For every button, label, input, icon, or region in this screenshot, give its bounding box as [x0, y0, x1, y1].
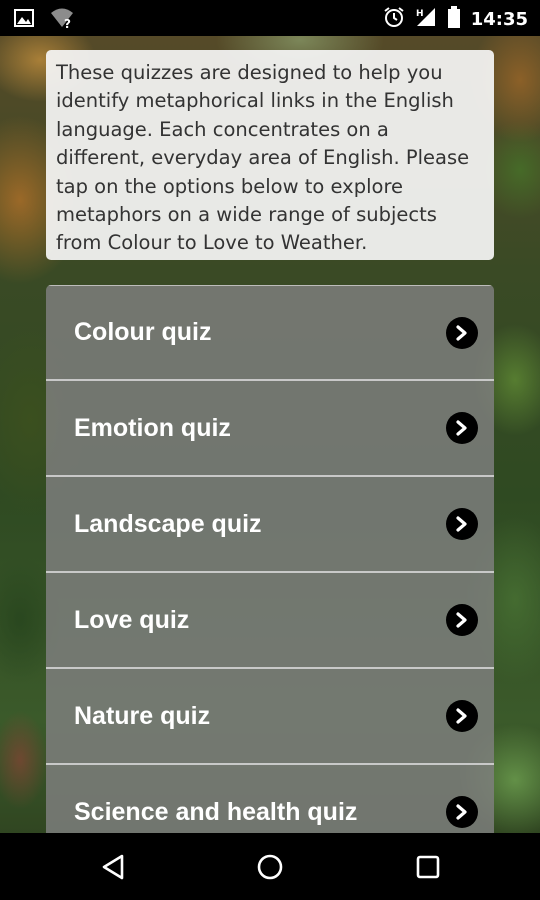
battery-icon	[447, 6, 461, 32]
svg-text:?: ?	[64, 17, 71, 29]
chevron-right-icon	[446, 604, 478, 636]
chevron-right-icon	[446, 316, 478, 349]
quiz-item-emotion[interactable]: Emotion quiz	[46, 381, 494, 477]
chevron-right-icon	[446, 700, 478, 732]
signal-icon: H	[415, 6, 437, 32]
quiz-label: Love quiz	[74, 605, 190, 634]
quiz-list: Colour quiz Emotion quiz Landscape quiz …	[46, 285, 494, 861]
quiz-item-landscape[interactable]: Landscape quiz	[46, 477, 494, 573]
recents-button[interactable]	[412, 851, 444, 883]
status-time: 14:35	[470, 8, 528, 30]
back-button[interactable]	[97, 851, 129, 883]
quiz-label: Emotion quiz	[74, 413, 231, 442]
quiz-item-nature[interactable]: Nature quiz	[46, 669, 494, 765]
intro-card: These quizzes are designed to help you i…	[46, 50, 494, 260]
home-icon	[257, 854, 283, 880]
alarm-icon	[383, 6, 405, 32]
home-button[interactable]	[254, 851, 286, 883]
quiz-label: Nature quiz	[74, 701, 211, 730]
intro-text: These quizzes are designed to help you i…	[56, 61, 470, 255]
wifi-unknown-icon: ?	[50, 7, 74, 33]
chevron-right-icon	[446, 508, 478, 540]
quiz-label: Science and health quiz	[74, 797, 358, 826]
image-icon	[14, 8, 34, 32]
svg-text:H: H	[416, 9, 424, 19]
chevron-right-icon	[446, 412, 478, 444]
quiz-item-colour[interactable]: Colour quiz	[46, 285, 494, 381]
chevron-right-icon	[446, 796, 478, 828]
quiz-label: Colour quiz	[74, 318, 212, 346]
recents-icon	[416, 855, 440, 879]
quiz-item-love[interactable]: Love quiz	[46, 573, 494, 669]
navigation-bar	[0, 833, 540, 900]
back-icon	[102, 854, 124, 880]
quiz-label: Landscape quiz	[74, 509, 262, 538]
status-bar: ? H 14:35	[0, 0, 540, 36]
